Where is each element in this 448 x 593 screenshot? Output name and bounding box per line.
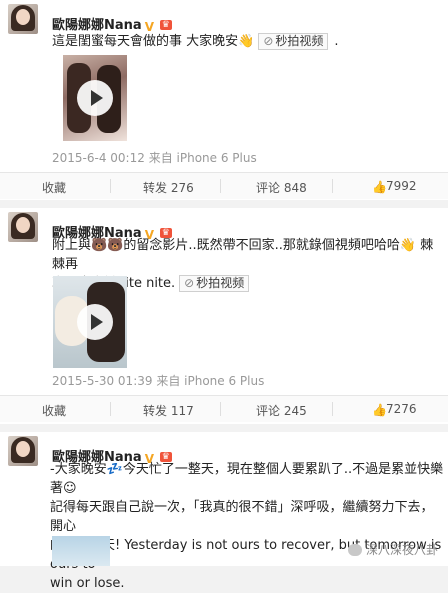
- post-text: -大家晚安💤今天忙了一整天，現在整個人要累趴了..不過是累並快樂著☺ 記得每天跟…: [50, 462, 444, 591]
- collect-button[interactable]: 收藏: [42, 179, 66, 196]
- like-button[interactable]: 👍7276: [372, 402, 417, 417]
- post-text: 這是閨蜜每天會做的事 大家晚安👋 ⊘ 秒拍视频.: [52, 33, 339, 50]
- divider: [332, 402, 333, 416]
- post-meta: 2015-6-4 00:12 来自 iPhone 6 Plus: [52, 151, 257, 165]
- like-button[interactable]: 👍7992: [372, 179, 417, 194]
- action-bar: 收藏 转发 276 评论 848 👍7992: [0, 172, 448, 199]
- post-meta: 2015-5-30 01:39 来自 iPhone 6 Plus: [52, 374, 265, 388]
- weibo-post-1: 歐陽娜娜Nana V ♛ 這是閨蜜每天會做的事 大家晚安👋 ⊘ 秒拍视频. 2015-6…: [0, 0, 448, 200]
- video-thumbnail[interactable]: [53, 276, 127, 368]
- thumbs-up-icon: 👍: [372, 180, 387, 194]
- wechat-icon: [347, 544, 362, 556]
- divider: [220, 402, 221, 416]
- weibo-post-3: 歐陽娜娜Nana V ♛ -大家晚安💤今天忙了一整天，現在整個人要累趴了..不過是累…: [0, 432, 448, 591]
- repost-button[interactable]: 转发 117: [143, 402, 194, 419]
- vip-badge-icon: ♛: [159, 20, 172, 30]
- comment-button[interactable]: 评论 245: [256, 402, 307, 419]
- video-link[interactable]: ⊘ 秒拍视频: [258, 33, 329, 50]
- post-image[interactable]: [52, 536, 110, 566]
- weibo-post-2: 歐陽娜娜Nana V ♛ 附上與🐻🐻的留念影片..既然帶不回家..那就錄個視頻吧哈哈…: [0, 208, 448, 424]
- video-thumbnail[interactable]: [63, 55, 127, 141]
- action-bar: 收藏 转发 117 评论 245 👍7276: [0, 395, 448, 422]
- video-pin-icon: ⊘: [184, 276, 195, 290]
- divider: [220, 179, 221, 193]
- divider: [332, 179, 333, 193]
- play-icon[interactable]: [77, 304, 113, 340]
- video-pin-icon: ⊘: [263, 34, 274, 48]
- watermark: 深八深夜八卦: [347, 541, 438, 558]
- collect-button[interactable]: 收藏: [42, 402, 66, 419]
- avatar[interactable]: [8, 436, 38, 466]
- video-link[interactable]: ⊘ 秒拍视频: [179, 275, 250, 292]
- divider: [110, 179, 111, 193]
- divider: [110, 402, 111, 416]
- comment-button[interactable]: 评论 848: [256, 179, 307, 196]
- thumbs-up-icon: 👍: [372, 403, 387, 417]
- avatar[interactable]: [8, 4, 38, 34]
- author-name[interactable]: 歐陽娜娜Nana V ♛: [52, 14, 172, 34]
- play-icon[interactable]: [77, 80, 113, 116]
- repost-button[interactable]: 转发 276: [143, 179, 194, 196]
- avatar[interactable]: [8, 212, 38, 242]
